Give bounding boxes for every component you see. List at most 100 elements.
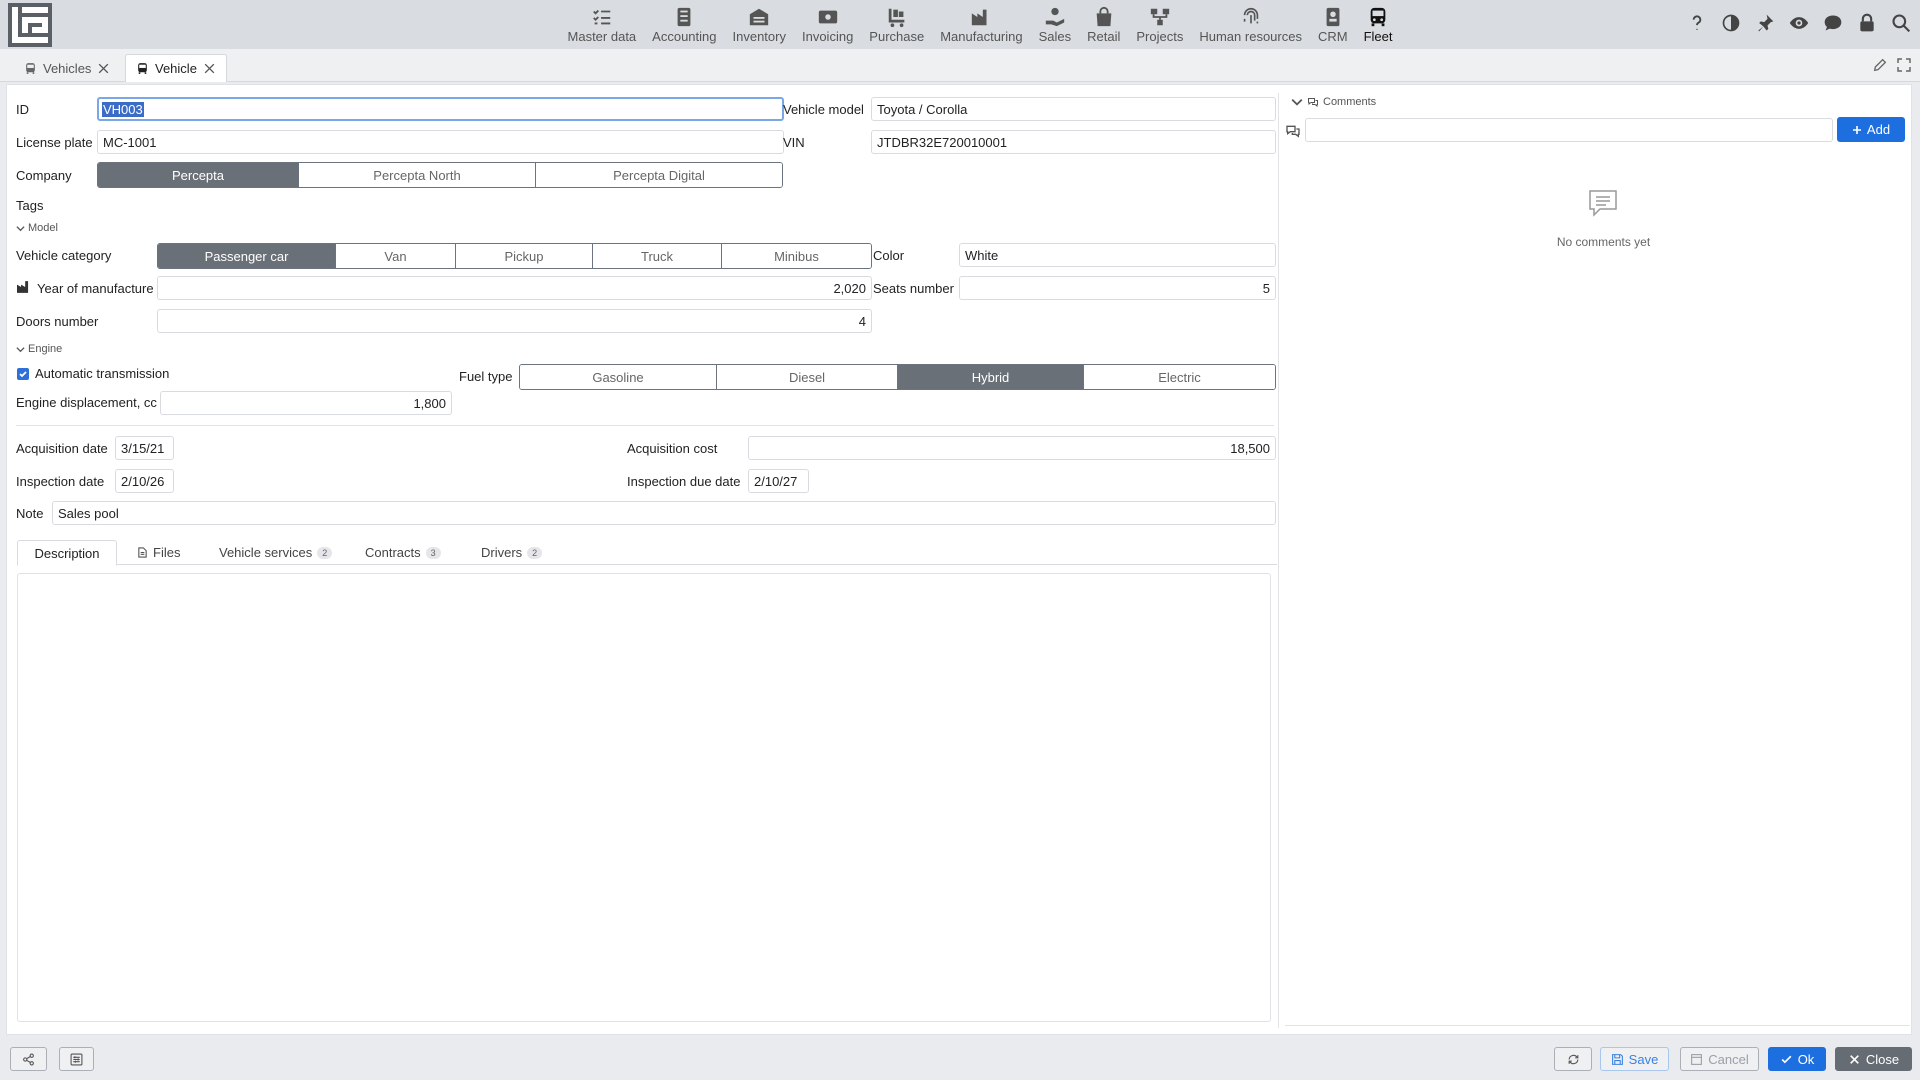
company-label: Company <box>16 168 72 183</box>
inspection-due-date-input[interactable]: 2/10/27 <box>748 469 809 493</box>
license-plate-input[interactable]: MC-1001 <box>97 130 784 154</box>
search-icon <box>1892 14 1911 33</box>
count-badge: 2 <box>317 546 333 559</box>
category-option-van[interactable]: Van <box>336 244 456 268</box>
acquisition-cost-label: Acquisition cost <box>627 441 718 456</box>
displacement-input[interactable]: 1,800 <box>160 391 452 415</box>
doc-tab-vehicle[interactable]: Vehicle <box>125 54 227 82</box>
settings-button[interactable] <box>59 1047 94 1071</box>
doc-tab-vehicles[interactable]: Vehicles <box>14 54 120 82</box>
edit-icon[interactable] <box>1872 57 1888 73</box>
module-invoicing[interactable]: Invoicing <box>794 0 861 49</box>
cancel-button[interactable]: Cancel <box>1680 1047 1759 1071</box>
module-crm[interactable]: CRM <box>1310 0 1356 49</box>
retail-icon <box>1096 6 1112 27</box>
fuel-option-hybrid[interactable]: Hybrid <box>898 365 1084 389</box>
module-sales[interactable]: Sales <box>1031 0 1080 49</box>
comments-section-toggle[interactable]: Comments <box>1291 96 1376 108</box>
inspection-date-input[interactable]: 2/10/26 <box>115 469 174 493</box>
vehicle-category-label: Vehicle category <box>16 248 112 263</box>
fuel-option-diesel[interactable]: Diesel <box>717 365 898 389</box>
note-input[interactable]: Sales pool <box>52 501 1276 525</box>
module-master-data[interactable]: Master data <box>560 0 645 49</box>
engine-section-toggle[interactable]: Engine <box>16 343 62 355</box>
module-accounting[interactable]: Accounting <box>644 0 724 49</box>
expand-icon[interactable] <box>1896 57 1912 73</box>
acquisition-cost-input[interactable]: 18,500 <box>748 436 1276 460</box>
comment-input[interactable] <box>1305 118 1833 142</box>
id-input[interactable]: VH003 <box>97 97 784 121</box>
inventory-icon <box>750 8 769 26</box>
close-icon[interactable] <box>97 62 110 75</box>
automatic-transmission-checkbox[interactable] <box>17 368 29 380</box>
manufacturing-icon <box>972 9 987 26</box>
fuel-type-label: Fuel type <box>459 369 513 384</box>
messages-button[interactable] <box>1820 10 1846 36</box>
pin-icon <box>1758 14 1774 32</box>
panel-divider <box>1278 93 1279 1028</box>
lock-button[interactable] <box>1854 10 1880 36</box>
doors-input[interactable]: 4 <box>157 309 872 333</box>
acquisition-date-label: Acquisition date <box>16 441 108 456</box>
company-option-percepta-north[interactable]: Percepta North <box>299 163 536 187</box>
add-comment-button[interactable]: Add <box>1837 117 1905 142</box>
refresh-button[interactable] <box>1554 1047 1592 1071</box>
close-icon <box>1850 1054 1859 1064</box>
seats-label: Seats number <box>873 281 954 296</box>
chat-icon <box>1824 15 1842 31</box>
fleet-icon <box>1370 7 1386 27</box>
sliders-icon <box>70 1053 83 1065</box>
vin-input[interactable]: JTDBR32E720010001 <box>871 130 1276 154</box>
automatic-transmission-label: Automatic transmission <box>35 366 170 381</box>
plus-icon <box>1852 125 1861 134</box>
tab-description[interactable]: Description <box>17 540 117 566</box>
projects-icon <box>1150 8 1170 26</box>
share-button[interactable] <box>10 1047 47 1071</box>
model-section-toggle[interactable]: Model <box>16 222 58 234</box>
inspection-due-date-label: Inspection due date <box>627 474 741 489</box>
year-input[interactable]: 2,020 <box>157 276 872 300</box>
tab-vehicle-services[interactable]: Vehicle services 2 <box>207 540 344 565</box>
module-retail[interactable]: Retail <box>1079 0 1128 49</box>
sales-icon <box>1045 7 1065 27</box>
module-purchase[interactable]: Purchase <box>861 0 932 49</box>
category-option-truck[interactable]: Truck <box>593 244 722 268</box>
module-inventory[interactable]: Inventory <box>725 0 794 49</box>
module-projects[interactable]: Projects <box>1128 0 1191 49</box>
save-button[interactable]: Save <box>1600 1047 1669 1071</box>
category-option-pickup[interactable]: Pickup <box>456 244 593 268</box>
acquisition-date-input[interactable]: 3/15/21 <box>115 436 174 460</box>
tab-contracts[interactable]: Contracts 3 <box>353 540 453 565</box>
color-input[interactable]: White <box>959 243 1276 267</box>
close-button[interactable]: Close <box>1835 1047 1912 1071</box>
close-icon[interactable] <box>203 62 216 75</box>
seats-input[interactable]: 5 <box>959 276 1276 300</box>
human-resources-icon <box>1243 7 1258 24</box>
company-option-percepta[interactable]: Percepta <box>98 163 299 187</box>
count-badge: 3 <box>425 546 441 559</box>
module-human-resources[interactable]: Human resources <box>1191 0 1310 49</box>
chevron-down-icon <box>1291 98 1303 106</box>
divider <box>16 425 1274 426</box>
help-button[interactable] <box>1684 10 1710 36</box>
ok-button[interactable]: Ok <box>1768 1047 1826 1071</box>
description-editor[interactable] <box>17 573 1271 1022</box>
search-button[interactable] <box>1888 10 1914 36</box>
theme-toggle-button[interactable] <box>1718 10 1744 36</box>
crm-icon <box>1326 7 1340 27</box>
eye-icon <box>1789 17 1809 29</box>
company-option-percepta-digital[interactable]: Percepta Digital <box>536 163 782 187</box>
fuel-option-electric[interactable]: Electric <box>1084 365 1275 389</box>
module-fleet[interactable]: Fleet <box>1356 0 1401 49</box>
fuel-option-gasoline[interactable]: Gasoline <box>520 365 717 389</box>
category-option-passenger-car[interactable]: Passenger car <box>158 244 336 268</box>
detail-tabs: Description Files Vehicle services 2 Con… <box>17 535 1277 566</box>
module-manufacturing[interactable]: Manufacturing <box>932 0 1030 49</box>
tab-files[interactable]: Files <box>125 540 192 565</box>
category-option-minibus[interactable]: Minibus <box>722 244 871 268</box>
vehicle-category-selector: Passenger car Van Pickup Truck Minibus <box>157 243 872 269</box>
pin-button[interactable] <box>1752 10 1778 36</box>
watch-button[interactable] <box>1786 10 1812 36</box>
tab-drivers[interactable]: Drivers 2 <box>469 540 554 565</box>
vehicle-model-input[interactable]: Toyota / Corolla <box>871 97 1276 121</box>
